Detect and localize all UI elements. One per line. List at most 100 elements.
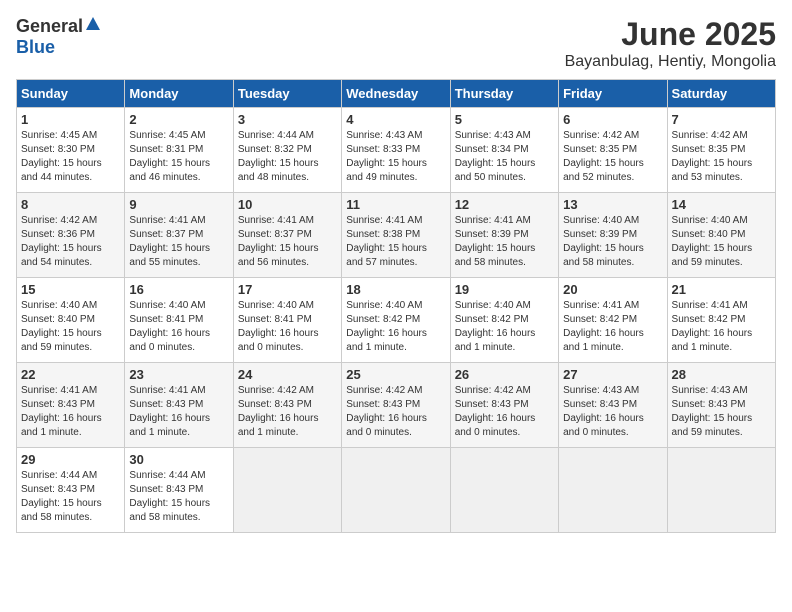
day-info: Sunrise: 4:42 AM Sunset: 8:35 PM Dayligh… <box>563 129 662 185</box>
calendar-cell: 22 Sunrise: 4:41 AM Sunset: 8:43 PM Dayl… <box>17 363 125 448</box>
calendar-cell: 13 Sunrise: 4:40 AM Sunset: 8:39 PM Dayl… <box>559 193 667 278</box>
day-number: 28 <box>672 367 771 382</box>
day-info: Sunrise: 4:45 AM Sunset: 8:30 PM Dayligh… <box>21 129 120 185</box>
day-number: 30 <box>129 452 228 467</box>
day-info: Sunrise: 4:40 AM Sunset: 8:40 PM Dayligh… <box>21 299 120 355</box>
day-number: 22 <box>21 367 120 382</box>
calendar-cell: 27 Sunrise: 4:43 AM Sunset: 8:43 PM Dayl… <box>559 363 667 448</box>
day-info: Sunrise: 4:43 AM Sunset: 8:43 PM Dayligh… <box>563 384 662 440</box>
day-info: Sunrise: 4:40 AM Sunset: 8:40 PM Dayligh… <box>672 214 771 270</box>
day-number: 26 <box>455 367 554 382</box>
calendar-cell: 11 Sunrise: 4:41 AM Sunset: 8:38 PM Dayl… <box>342 193 450 278</box>
day-info: Sunrise: 4:42 AM Sunset: 8:43 PM Dayligh… <box>238 384 337 440</box>
calendar-cell: 2 Sunrise: 4:45 AM Sunset: 8:31 PM Dayli… <box>125 108 233 193</box>
calendar-week-3: 15 Sunrise: 4:40 AM Sunset: 8:40 PM Dayl… <box>17 278 776 363</box>
day-number: 12 <box>455 197 554 212</box>
calendar-cell: 28 Sunrise: 4:43 AM Sunset: 8:43 PM Dayl… <box>667 363 775 448</box>
day-info: Sunrise: 4:42 AM Sunset: 8:43 PM Dayligh… <box>455 384 554 440</box>
day-number: 15 <box>21 282 120 297</box>
day-number: 20 <box>563 282 662 297</box>
day-info: Sunrise: 4:43 AM Sunset: 8:43 PM Dayligh… <box>672 384 771 440</box>
calendar-cell: 4 Sunrise: 4:43 AM Sunset: 8:33 PM Dayli… <box>342 108 450 193</box>
calendar-week-2: 8 Sunrise: 4:42 AM Sunset: 8:36 PM Dayli… <box>17 193 776 278</box>
day-info: Sunrise: 4:44 AM Sunset: 8:32 PM Dayligh… <box>238 129 337 185</box>
day-number: 13 <box>563 197 662 212</box>
logo-general: General <box>16 16 83 37</box>
calendar-cell: 6 Sunrise: 4:42 AM Sunset: 8:35 PM Dayli… <box>559 108 667 193</box>
day-info: Sunrise: 4:41 AM Sunset: 8:37 PM Dayligh… <box>129 214 228 270</box>
day-number: 7 <box>672 112 771 127</box>
logo: General Blue <box>16 16 101 58</box>
page-header: General Blue June 2025 Bayanbulag, Henti… <box>16 16 776 71</box>
day-info: Sunrise: 4:41 AM Sunset: 8:43 PM Dayligh… <box>129 384 228 440</box>
day-number: 10 <box>238 197 337 212</box>
header-monday: Monday <box>125 80 233 108</box>
header-friday: Friday <box>559 80 667 108</box>
day-info: Sunrise: 4:40 AM Sunset: 8:41 PM Dayligh… <box>238 299 337 355</box>
day-number: 6 <box>563 112 662 127</box>
title-area: June 2025 Bayanbulag, Hentiy, Mongolia <box>565 16 776 71</box>
calendar-cell: 3 Sunrise: 4:44 AM Sunset: 8:32 PM Dayli… <box>233 108 341 193</box>
calendar-cell: 25 Sunrise: 4:42 AM Sunset: 8:43 PM Dayl… <box>342 363 450 448</box>
day-info: Sunrise: 4:45 AM Sunset: 8:31 PM Dayligh… <box>129 129 228 185</box>
calendar-week-1: 1 Sunrise: 4:45 AM Sunset: 8:30 PM Dayli… <box>17 108 776 193</box>
header-saturday: Saturday <box>667 80 775 108</box>
day-number: 24 <box>238 367 337 382</box>
day-info: Sunrise: 4:40 AM Sunset: 8:39 PM Dayligh… <box>563 214 662 270</box>
day-info: Sunrise: 4:40 AM Sunset: 8:41 PM Dayligh… <box>129 299 228 355</box>
calendar-cell: 8 Sunrise: 4:42 AM Sunset: 8:36 PM Dayli… <box>17 193 125 278</box>
header-sunday: Sunday <box>17 80 125 108</box>
day-number: 3 <box>238 112 337 127</box>
day-info: Sunrise: 4:44 AM Sunset: 8:43 PM Dayligh… <box>129 469 228 525</box>
day-number: 17 <box>238 282 337 297</box>
day-info: Sunrise: 4:41 AM Sunset: 8:43 PM Dayligh… <box>21 384 120 440</box>
day-number: 27 <box>563 367 662 382</box>
calendar-title: June 2025 <box>565 16 776 53</box>
day-number: 18 <box>346 282 445 297</box>
day-number: 11 <box>346 197 445 212</box>
calendar-cell: 10 Sunrise: 4:41 AM Sunset: 8:37 PM Dayl… <box>233 193 341 278</box>
calendar-header-row: SundayMondayTuesdayWednesdayThursdayFrid… <box>17 80 776 108</box>
calendar-cell: 20 Sunrise: 4:41 AM Sunset: 8:42 PM Dayl… <box>559 278 667 363</box>
calendar-cell <box>342 448 450 533</box>
calendar-cell: 12 Sunrise: 4:41 AM Sunset: 8:39 PM Dayl… <box>450 193 558 278</box>
day-number: 23 <box>129 367 228 382</box>
day-number: 9 <box>129 197 228 212</box>
calendar-cell: 24 Sunrise: 4:42 AM Sunset: 8:43 PM Dayl… <box>233 363 341 448</box>
calendar-cell: 30 Sunrise: 4:44 AM Sunset: 8:43 PM Dayl… <box>125 448 233 533</box>
calendar-cell: 14 Sunrise: 4:40 AM Sunset: 8:40 PM Dayl… <box>667 193 775 278</box>
day-number: 1 <box>21 112 120 127</box>
header-wednesday: Wednesday <box>342 80 450 108</box>
day-info: Sunrise: 4:40 AM Sunset: 8:42 PM Dayligh… <box>455 299 554 355</box>
calendar-cell: 19 Sunrise: 4:40 AM Sunset: 8:42 PM Dayl… <box>450 278 558 363</box>
calendar-cell: 23 Sunrise: 4:41 AM Sunset: 8:43 PM Dayl… <box>125 363 233 448</box>
header-thursday: Thursday <box>450 80 558 108</box>
calendar-subtitle: Bayanbulag, Hentiy, Mongolia <box>565 53 776 71</box>
day-info: Sunrise: 4:43 AM Sunset: 8:34 PM Dayligh… <box>455 129 554 185</box>
day-info: Sunrise: 4:42 AM Sunset: 8:36 PM Dayligh… <box>21 214 120 270</box>
day-info: Sunrise: 4:41 AM Sunset: 8:42 PM Dayligh… <box>563 299 662 355</box>
day-number: 19 <box>455 282 554 297</box>
day-number: 21 <box>672 282 771 297</box>
day-info: Sunrise: 4:41 AM Sunset: 8:37 PM Dayligh… <box>238 214 337 270</box>
calendar-cell: 5 Sunrise: 4:43 AM Sunset: 8:34 PM Dayli… <box>450 108 558 193</box>
calendar-cell: 7 Sunrise: 4:42 AM Sunset: 8:35 PM Dayli… <box>667 108 775 193</box>
calendar-cell: 21 Sunrise: 4:41 AM Sunset: 8:42 PM Dayl… <box>667 278 775 363</box>
day-number: 2 <box>129 112 228 127</box>
day-info: Sunrise: 4:41 AM Sunset: 8:38 PM Dayligh… <box>346 214 445 270</box>
day-number: 8 <box>21 197 120 212</box>
calendar-week-5: 29 Sunrise: 4:44 AM Sunset: 8:43 PM Dayl… <box>17 448 776 533</box>
calendar-cell: 15 Sunrise: 4:40 AM Sunset: 8:40 PM Dayl… <box>17 278 125 363</box>
day-info: Sunrise: 4:42 AM Sunset: 8:43 PM Dayligh… <box>346 384 445 440</box>
calendar-cell: 1 Sunrise: 4:45 AM Sunset: 8:30 PM Dayli… <box>17 108 125 193</box>
day-info: Sunrise: 4:41 AM Sunset: 8:39 PM Dayligh… <box>455 214 554 270</box>
calendar-table: SundayMondayTuesdayWednesdayThursdayFrid… <box>16 79 776 533</box>
day-number: 5 <box>455 112 554 127</box>
calendar-cell <box>667 448 775 533</box>
calendar-cell <box>233 448 341 533</box>
day-info: Sunrise: 4:41 AM Sunset: 8:42 PM Dayligh… <box>672 299 771 355</box>
calendar-cell: 17 Sunrise: 4:40 AM Sunset: 8:41 PM Dayl… <box>233 278 341 363</box>
day-info: Sunrise: 4:40 AM Sunset: 8:42 PM Dayligh… <box>346 299 445 355</box>
calendar-cell <box>450 448 558 533</box>
day-number: 16 <box>129 282 228 297</box>
